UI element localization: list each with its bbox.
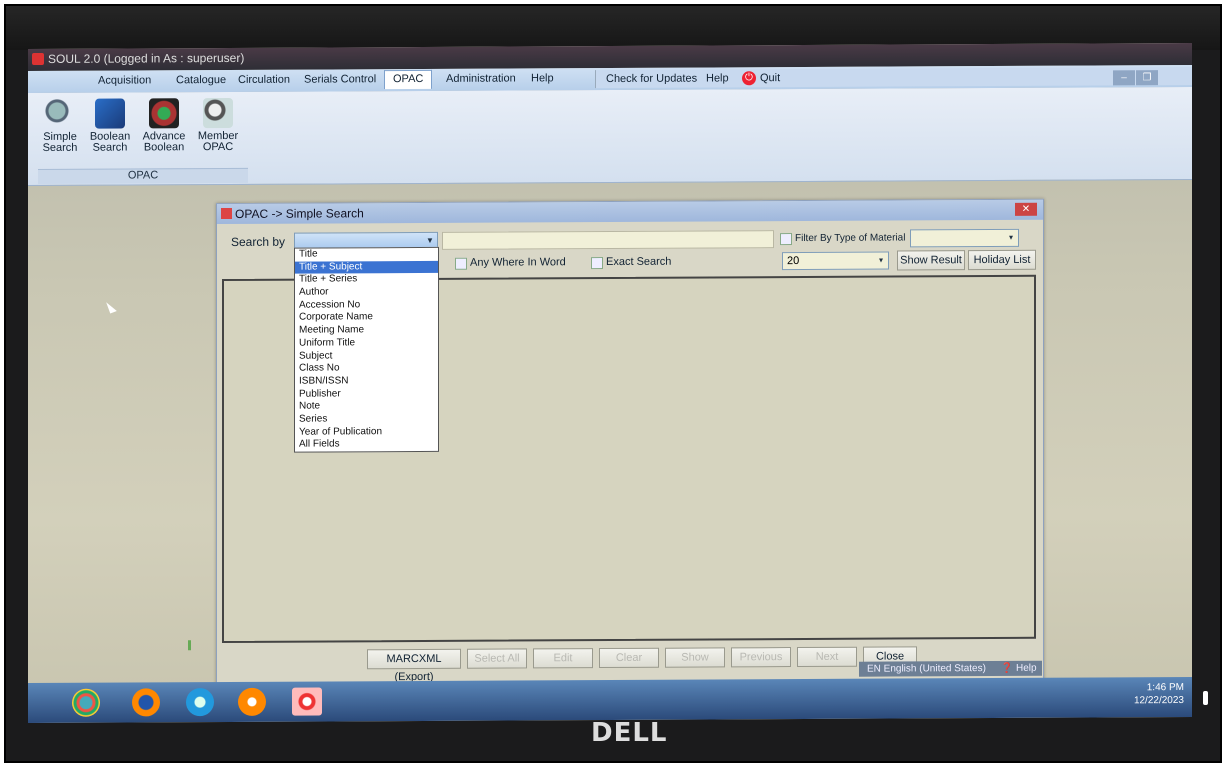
internet-explorer-icon[interactable] (186, 688, 214, 717)
search-by-label: Search by (231, 234, 286, 249)
boolean-search-button[interactable]: Boolean Search (84, 98, 136, 154)
boolean-search-icon (95, 98, 125, 129)
clock-date: 12/22/2023 (1133, 694, 1184, 707)
screen: SOUL 2.0 (Logged in As : superuser) Acqu… (28, 42, 1192, 724)
system-tray: 1:46 PM 12/22/2023 (1004, 681, 1184, 714)
taskbar: 1:46 PM 12/22/2023 (28, 676, 1192, 724)
dropdown-option[interactable]: Author (295, 286, 438, 299)
language-label: EN English (United States) (867, 663, 986, 675)
material-type-select[interactable]: ▾ (910, 228, 1019, 248)
help-icon: ❓ (1000, 662, 1014, 674)
check-updates-link[interactable]: Check for Updates (606, 73, 697, 85)
exact-search-label: Exact Search (606, 255, 672, 269)
results-count: 20 (787, 255, 800, 268)
chevron-down-icon: ▾ (878, 255, 883, 265)
soul-app-taskbar-icon[interactable] (292, 687, 322, 716)
power-led (1203, 691, 1208, 705)
menu-circulation[interactable]: Circulation (238, 74, 290, 86)
previous-button[interactable]: Previous (731, 647, 791, 668)
exact-search-checkbox[interactable] (591, 257, 603, 270)
magnifier-icon (45, 98, 75, 129)
help-link[interactable]: Help (706, 72, 729, 84)
chevron-down-icon: ▾ (1008, 232, 1013, 242)
dropdown-option[interactable]: Title + Series (295, 273, 438, 286)
ribbon-group-label: OPAC (38, 167, 248, 184)
menu-opac[interactable]: OPAC (384, 69, 433, 90)
filter-checkbox[interactable] (780, 233, 792, 246)
ribbon-label: OPAC (202, 140, 234, 154)
start-button-icon[interactable] (72, 688, 100, 717)
dropdown-option[interactable]: Accession No (295, 299, 438, 312)
menu-catalogue[interactable]: Catalogue (176, 74, 226, 86)
advance-boolean-button[interactable]: Advance Boolean (138, 98, 190, 153)
app-icon (32, 52, 44, 66)
dropdown-option[interactable]: Corporate Name (295, 311, 438, 324)
any-where-checkbox[interactable] (455, 257, 467, 270)
ribbon: Simple Search Boolean Search Advance Boo… (28, 86, 1192, 187)
quit-button[interactable]: Quit (760, 72, 780, 84)
member-opac-button[interactable]: Member OPAC (192, 97, 244, 154)
ribbon-label: Boolean (143, 141, 185, 154)
dropdown-option[interactable]: Note (295, 400, 438, 413)
menu-help[interactable]: Help (531, 72, 554, 84)
dell-logo: DELL (591, 718, 668, 748)
language-bar[interactable]: EN English (United States) ❓ Help (859, 660, 1042, 677)
marcxml-export-button[interactable]: MARCXML (Export) (367, 648, 461, 683)
search-by-dropdown-list: Title Title + Subject Title + Series Aut… (294, 246, 439, 453)
dropdown-option[interactable]: ISBN/ISSN (295, 375, 438, 388)
dialog-title: OPAC -> Simple Search (235, 206, 364, 221)
updates-bar: Check for Updates Help ⏻ Quit (595, 66, 1192, 89)
next-button[interactable]: Next (797, 646, 857, 668)
filter-label: Filter By Type of Material (795, 232, 906, 245)
mouse-cursor-icon (106, 299, 117, 314)
any-where-label: Any Where In Word (470, 256, 566, 269)
menu-serials-control[interactable]: Serials Control (304, 73, 376, 85)
dialog-icon (221, 207, 232, 220)
media-player-icon[interactable] (238, 687, 266, 716)
select-all-button[interactable]: Select All (467, 648, 527, 669)
ribbon-label: Search (42, 141, 78, 154)
clock-time: 1:46 PM (1146, 681, 1184, 694)
restore-button[interactable]: ❐ (1136, 70, 1158, 86)
simple-search-button[interactable]: Simple Search (34, 98, 86, 154)
dropdown-option[interactable]: Title (295, 248, 438, 261)
dropdown-option[interactable]: Series (295, 413, 438, 426)
simple-search-dialog: OPAC -> Simple Search ✕ Search by ▼ Filt… (216, 198, 1044, 699)
show-button[interactable]: Show (665, 647, 725, 668)
menu-administration[interactable]: Administration (446, 72, 516, 84)
dropdown-option-highlighted[interactable]: Title + Subject (295, 260, 438, 275)
advance-boolean-icon (149, 98, 179, 129)
dropdown-option[interactable]: Meeting Name (295, 324, 438, 337)
window-controls: –❐✕ (1112, 67, 1190, 104)
edit-button[interactable]: Edit (533, 648, 593, 669)
quit-icon: ⏻ (742, 71, 756, 86)
dialog-titlebar: OPAC -> Simple Search ✕ (217, 199, 1043, 225)
holiday-list-button[interactable]: Holiday List (968, 249, 1036, 271)
language-help: Help (1015, 662, 1037, 674)
dropdown-option[interactable]: Subject (295, 349, 438, 362)
show-result-button[interactable]: Show Result (897, 250, 965, 271)
dialog-close-icon[interactable]: ✕ (1015, 202, 1037, 216)
ribbon-label: Search (92, 141, 128, 154)
desktop-marker (188, 640, 191, 651)
menu-acquisition[interactable]: Acquisition (98, 74, 151, 86)
firefox-icon[interactable] (132, 688, 160, 717)
photo-frame: SOUL 2.0 (Logged in As : superuser) Acqu… (4, 4, 1222, 763)
dropdown-option[interactable]: Year of Publication (295, 426, 438, 439)
search-input[interactable] (442, 230, 774, 250)
member-opac-icon (203, 97, 233, 129)
dropdown-option[interactable]: All Fields (295, 438, 438, 451)
minimize-button[interactable]: – (1113, 70, 1135, 86)
clear-button[interactable]: Clear (599, 647, 659, 669)
results-per-page-select[interactable]: 20 ▾ (782, 251, 889, 271)
window-title: SOUL 2.0 (Logged in As : superuser) (48, 50, 245, 66)
dropdown-option[interactable]: Class No (295, 362, 438, 375)
dropdown-option[interactable]: Publisher (295, 387, 438, 400)
dropdown-option[interactable]: Uniform Title (295, 337, 438, 350)
